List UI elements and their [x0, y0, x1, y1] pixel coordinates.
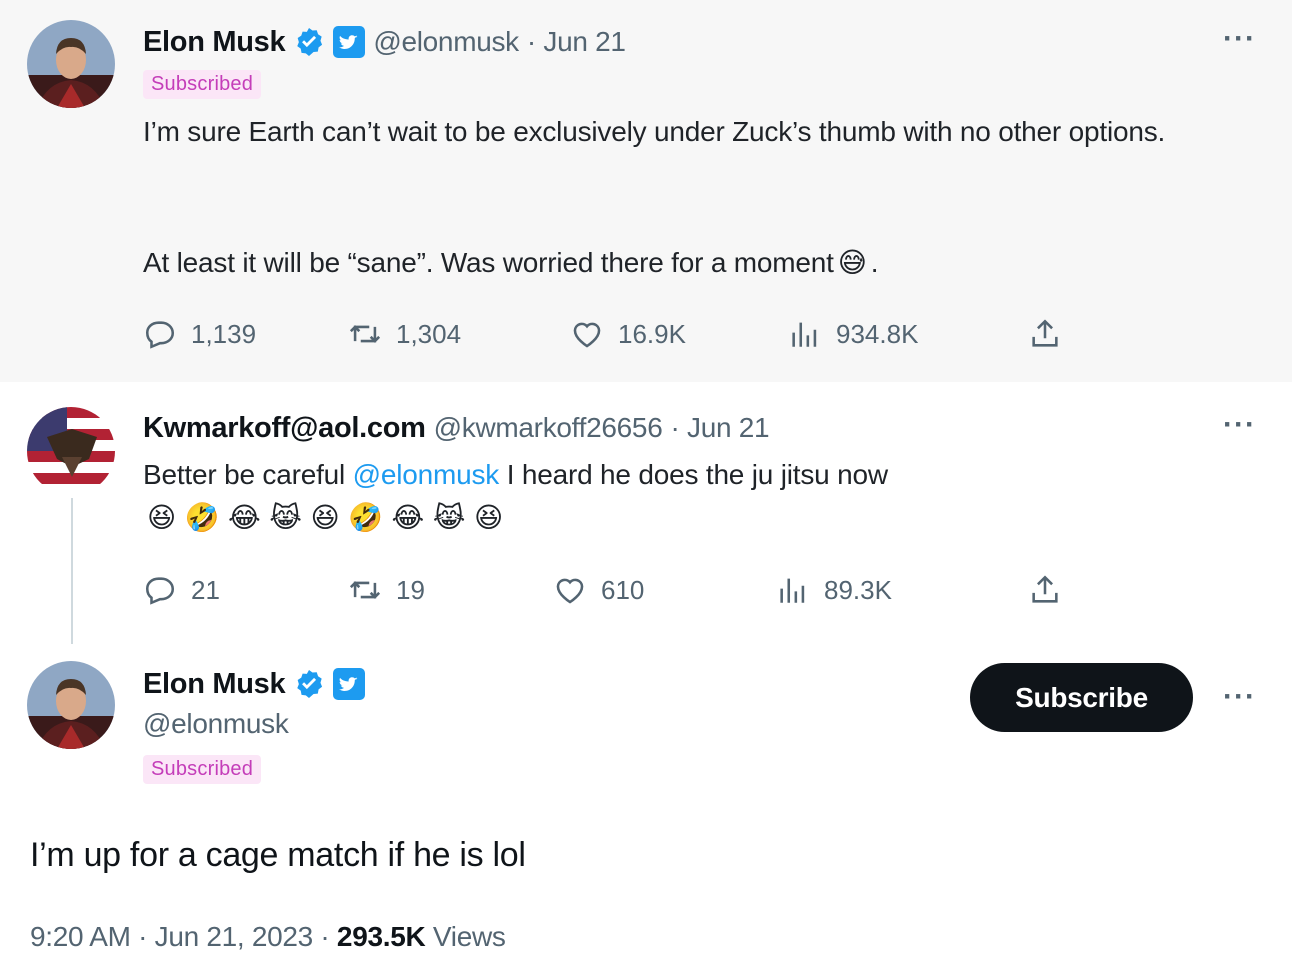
- tweet-text-line1: I’m sure Earth can’t wait to be exclusiv…: [143, 116, 1166, 147]
- retweet-count: 1,304: [396, 318, 462, 349]
- laughing-emojis: 😆 🤣 😂 😹 😆 🤣 😂 😹 😆: [147, 501, 503, 534]
- verified-check-icon: [293, 668, 325, 700]
- tweet-text: I’m sure Earth can’t wait to be exclusiv…: [143, 110, 1182, 153]
- tweet-header: Kwmarkoff@aol.com @kwmarkoff26656 · Jun …: [143, 408, 770, 448]
- author-name[interactable]: Kwmarkoff@aol.com: [143, 412, 426, 445]
- author-handle[interactable]: @elonmusk: [143, 708, 289, 740]
- tweet-elonmusk-1[interactable]: Elon Musk @elonmusk · Jun 21 ··· Subscri…: [0, 0, 1292, 382]
- heart-icon: [556, 578, 584, 604]
- more-options-icon[interactable]: ···: [1223, 408, 1256, 442]
- author-handle[interactable]: @kwmarkoff26656: [434, 412, 663, 444]
- reply-button[interactable]: 1,139: [143, 314, 256, 354]
- tweet-actions: 1,139 1,304 16.9K 934.8K: [143, 314, 1063, 354]
- more-options-icon[interactable]: ···: [1223, 680, 1256, 714]
- retweet-count: 19: [396, 574, 425, 605]
- tweet-text-line2: At least it will be “sane”. Was worried …: [143, 247, 834, 278]
- views-count: 89.3K: [824, 574, 892, 605]
- retweet-button[interactable]: 19: [348, 570, 425, 610]
- retweet-button[interactable]: 1,304: [348, 314, 461, 354]
- reply-icon: [145, 577, 175, 605]
- tweet-text-before: Better be careful: [143, 459, 353, 490]
- tweet-text: I’m up for a cage match if he is lol: [30, 836, 526, 874]
- main-tweet-elonmusk[interactable]: Elon Musk @elonmusk Subscribed Subscribe…: [0, 644, 1292, 969]
- views-button[interactable]: 934.8K: [788, 314, 918, 354]
- tweet-kwmarkoff[interactable]: Kwmarkoff@aol.com @kwmarkoff26656 · Jun …: [0, 382, 1292, 644]
- subscribe-button[interactable]: Subscribe: [970, 663, 1193, 732]
- heart-icon: [573, 322, 601, 348]
- avatar[interactable]: [27, 20, 115, 108]
- sweat-smile-emoji: 😅: [837, 246, 867, 279]
- views-count: 293.5K: [336, 921, 426, 952]
- like-button[interactable]: 16.9K: [570, 314, 686, 354]
- views-count: 934.8K: [836, 318, 919, 349]
- author-name[interactable]: Elon Musk: [143, 668, 286, 701]
- subscribed-badge: Subscribed: [143, 755, 262, 784]
- tweet-header: Elon Musk @elonmusk · Jun 21: [143, 22, 626, 62]
- tweet-text-after: I heard he does the ju jitsu now: [499, 459, 888, 490]
- tweet-header: Elon Musk: [143, 664, 366, 704]
- bar-chart-icon: [780, 578, 805, 603]
- reply-icon: [145, 321, 175, 349]
- twitter-bird-icon: [333, 26, 366, 58]
- tweet-text-paragraph2: At least it will be “sane”. Was worried …: [143, 241, 1202, 284]
- reply-count: 1,139: [191, 318, 257, 349]
- share-icon: [1032, 319, 1058, 347]
- tweet-date[interactable]: · Jun 21: [670, 412, 769, 444]
- avatar[interactable]: [27, 407, 115, 495]
- tweet-timestamp[interactable]: 9:20 AM · Jun 21, 2023 ·: [30, 921, 337, 952]
- retweet-icon: [349, 581, 381, 599]
- like-button[interactable]: 610: [553, 570, 644, 610]
- like-count: 610: [601, 574, 645, 605]
- tweet-actions: 21 19 610 89.3K: [143, 570, 1063, 610]
- reply-button[interactable]: 21: [143, 570, 220, 610]
- reply-count: 21: [191, 574, 220, 605]
- retweet-icon: [349, 325, 381, 343]
- share-icon: [1032, 575, 1058, 603]
- views-label: Views: [425, 921, 506, 952]
- verified-check-icon: [293, 26, 325, 58]
- tweet-text: Better be careful @elonmusk I heard he d…: [143, 453, 1256, 539]
- tweet-timestamp-views: 9:20 AM · Jun 21, 2023 · 293.5K Views: [30, 921, 506, 953]
- twitter-bird-icon: [333, 668, 366, 700]
- like-count: 16.9K: [618, 318, 686, 349]
- views-button[interactable]: 89.3K: [776, 570, 892, 610]
- mention-link[interactable]: @elonmusk: [353, 459, 500, 490]
- author-name[interactable]: Elon Musk: [143, 26, 286, 59]
- author-handle[interactable]: @elonmusk: [373, 26, 519, 58]
- share-button[interactable]: [1028, 314, 1062, 354]
- thread-connector-line: [71, 498, 73, 648]
- bar-chart-icon: [792, 322, 817, 347]
- tweet-text-end: .: [870, 247, 879, 278]
- tweet-date[interactable]: · Jun 21: [527, 26, 626, 58]
- subscribed-badge: Subscribed: [143, 70, 262, 99]
- share-button[interactable]: [1028, 570, 1062, 610]
- avatar[interactable]: [27, 661, 115, 749]
- more-options-icon[interactable]: ···: [1223, 22, 1256, 56]
